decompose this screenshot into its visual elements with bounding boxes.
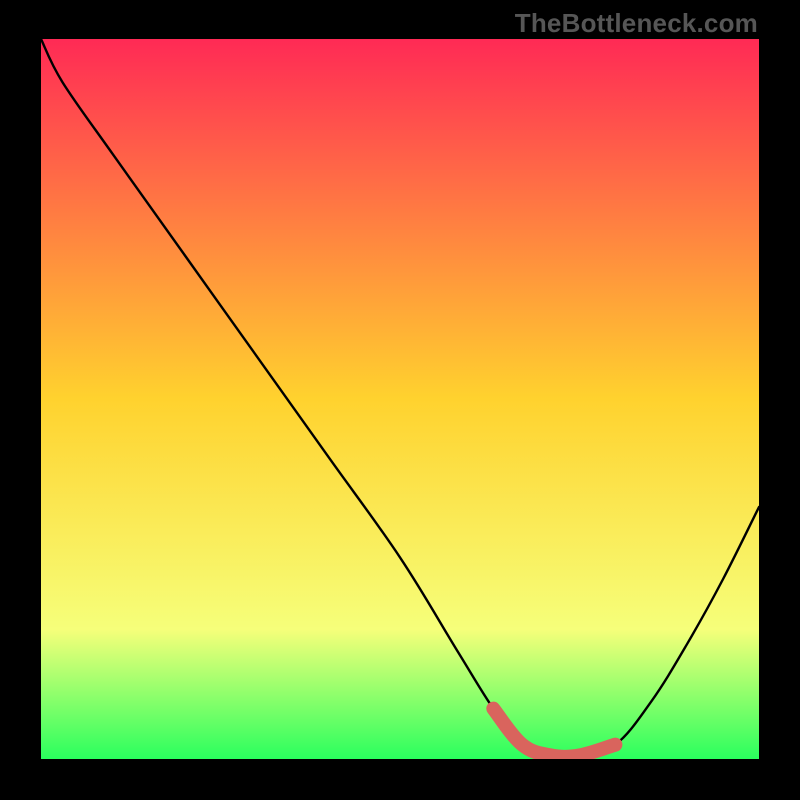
chart-svg [41,39,759,759]
watermark-text: TheBottleneck.com [515,8,758,39]
gradient-background [41,39,759,759]
chart-plot-area [41,39,759,759]
chart-frame: TheBottleneck.com [0,0,800,800]
